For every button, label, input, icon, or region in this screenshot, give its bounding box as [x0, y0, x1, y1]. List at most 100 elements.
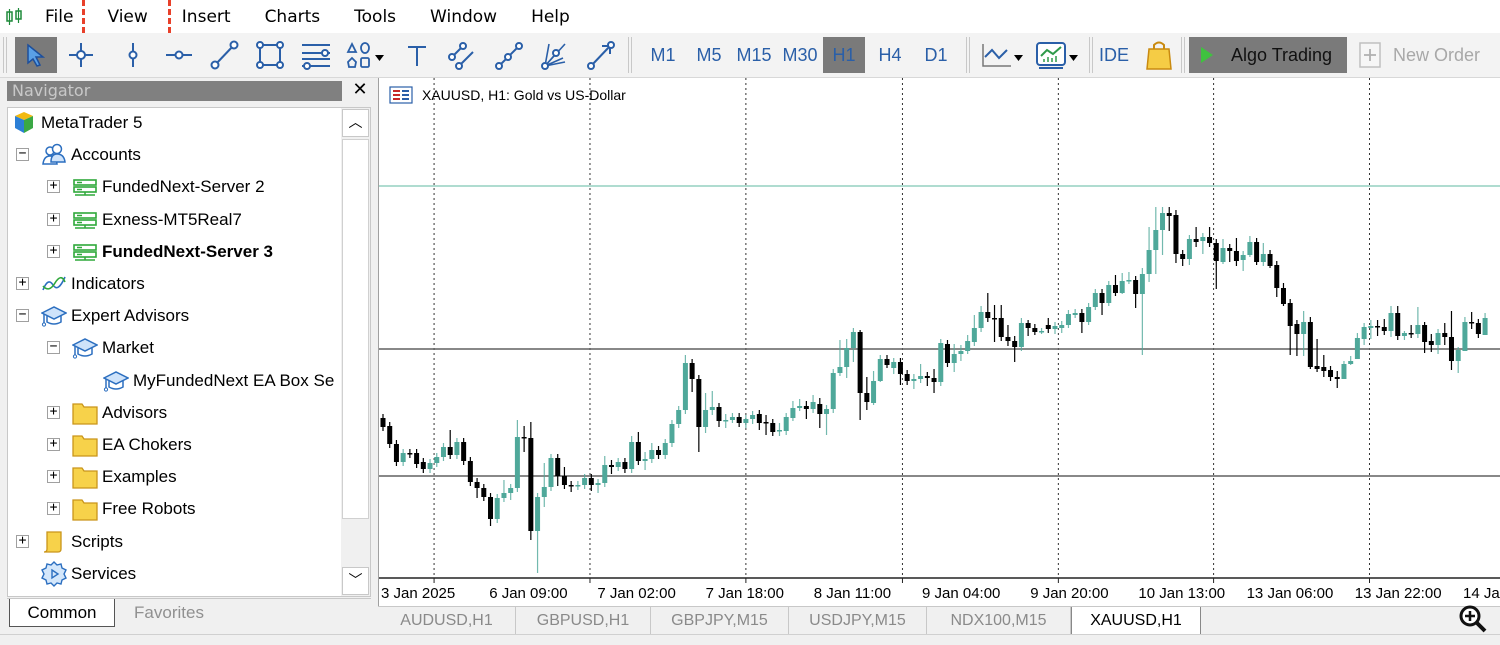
navigator-scrollbar[interactable]: ︿ ﹀	[341, 108, 370, 596]
toolbar-separator	[628, 37, 632, 73]
bull-candle	[830, 373, 836, 409]
shopping-bag-icon	[1146, 41, 1172, 70]
bear-candle	[447, 447, 453, 455]
expand-icon[interactable]: +	[47, 405, 60, 419]
chart-tab[interactable]: AUDUSD,H1	[378, 607, 516, 634]
bear-candle	[420, 462, 426, 469]
text-tool-button[interactable]	[400, 37, 434, 73]
tree-item[interactable]: Accounts	[41, 139, 141, 171]
shapes-tool-dropdown[interactable]	[341, 37, 391, 73]
crosshair-icon	[69, 43, 93, 67]
tree-item[interactable]: FundedNext-Server 2	[72, 171, 265, 203]
tab-favorites[interactable]: Favorites	[115, 599, 223, 627]
vertical-line-tool-button[interactable]	[115, 37, 151, 73]
chart-tab[interactable]: NDX100,M15	[927, 607, 1071, 634]
bear-candle	[1207, 237, 1213, 243]
text-icon	[408, 46, 426, 66]
bull-candle	[1186, 239, 1192, 259]
bull-candle	[978, 312, 984, 328]
rectangle-tool-button[interactable]	[251, 37, 289, 73]
bull-candle	[958, 351, 964, 354]
bear-candle	[521, 437, 527, 439]
zoom-in-icon[interactable]	[1458, 604, 1488, 638]
scroll-down-button[interactable]: ﹀	[342, 567, 369, 595]
timeframe-m5[interactable]: M5	[689, 37, 729, 73]
bull-candle	[676, 410, 682, 424]
timeframe-m15[interactable]: M15	[733, 37, 775, 73]
timeframe-h4[interactable]: H4	[870, 37, 910, 73]
chart-tab[interactable]: GBPJPY,M15	[651, 607, 789, 634]
fibonacci-tool-button[interactable]	[490, 37, 528, 73]
tree-item[interactable]: Expert Advisors	[41, 300, 189, 332]
tree-item[interactable]: MyFundedNext EA Box Se	[103, 365, 334, 397]
collapse-icon[interactable]: −	[16, 308, 29, 323]
expand-icon[interactable]: +	[47, 437, 60, 451]
bear-candle	[992, 318, 998, 320]
tree-item[interactable]: FundedNext-Server 3	[72, 236, 273, 268]
menu-insert[interactable]: Insert	[165, 0, 248, 33]
candlestick-chart[interactable]: 3 Jan 2025 6 Jan 09:00 7 Jan 02:00 7 Jan 18…	[379, 78, 1500, 606]
tree-item[interactable]: Services	[41, 558, 136, 590]
bear-candle	[1381, 327, 1387, 331]
tree-item[interactable]: Examples	[72, 461, 177, 493]
tree-item[interactable]: Indicators	[41, 268, 145, 300]
menu-help[interactable]: Help	[514, 0, 587, 33]
tab-common[interactable]: Common	[9, 599, 115, 627]
bull-candle	[1039, 331, 1045, 333]
collapse-icon[interactable]: −	[47, 340, 60, 355]
market-button[interactable]	[1142, 37, 1176, 73]
tree-item[interactable]: Scripts	[41, 526, 123, 558]
fan-tool-button[interactable]	[535, 37, 573, 73]
bear-candle	[555, 458, 561, 476]
trend-line-tool-button[interactable]	[205, 37, 243, 73]
new-order-button[interactable]: New Order	[1355, 37, 1480, 73]
timeframe-d1[interactable]: D1	[914, 37, 958, 73]
expand-icon[interactable]: +	[47, 212, 60, 226]
indicators-dropdown[interactable]	[1033, 37, 1083, 73]
scrollbar-thumb[interactable]	[342, 139, 369, 519]
chart-tab[interactable]: GBPUSD,H1	[516, 607, 651, 634]
menu-charts[interactable]: Charts	[248, 0, 338, 33]
cursor-tool-button[interactable]	[15, 37, 57, 73]
bear-candle	[1408, 333, 1414, 335]
expand-icon[interactable]: +	[47, 469, 60, 484]
chart-tab[interactable]: XAUUSD,H1	[1071, 607, 1201, 635]
tree-item[interactable]: EA Chokers	[72, 429, 192, 461]
tree-item[interactable]: Advisors	[72, 397, 167, 429]
tree-item[interactable]: Exness-MT5Real7	[72, 204, 242, 236]
expand-icon[interactable]: +	[47, 244, 60, 258]
bull-candle	[1220, 248, 1226, 262]
tree-item[interactable]: MetaTrader 5	[11, 108, 142, 139]
expand-icon[interactable]: +	[47, 501, 60, 516]
algo-trading-button[interactable]: Algo Trading	[1189, 37, 1347, 73]
expand-icon[interactable]: +	[47, 179, 60, 194]
timeframe-m30[interactable]: M30	[778, 37, 822, 73]
bear-candle	[770, 423, 776, 432]
chart-window[interactable]: 3 Jan 2025 6 Jan 09:00 7 Jan 02:00 7 Jan 18…	[378, 78, 1500, 606]
menu-window[interactable]: Window	[413, 0, 514, 33]
timeframe-h1[interactable]: H1	[823, 37, 865, 73]
bear-candle	[803, 406, 809, 409]
expand-icon[interactable]: +	[16, 276, 29, 290]
timeframe-m1[interactable]: M1	[642, 37, 684, 73]
arrow-line-icon	[587, 41, 615, 70]
chart-tab[interactable]: USDJPY,M15	[789, 607, 927, 634]
bear-candle	[488, 497, 494, 519]
crosshair-tool-button[interactable]	[62, 37, 100, 73]
equidistant-channel-tool-button[interactable]	[443, 37, 481, 73]
chart-title: XAUUSD, H1: Gold vs US-Dollar	[422, 87, 626, 103]
chart-type-dropdown[interactable]	[978, 37, 1028, 73]
bear-candle	[474, 482, 480, 488]
menu-tools[interactable]: Tools	[337, 0, 413, 33]
tree-item[interactable]: Market	[72, 332, 154, 364]
bull-candle	[669, 424, 675, 443]
arrow-line-tool-button[interactable]	[582, 37, 620, 73]
collapse-icon[interactable]: −	[16, 147, 29, 162]
tree-item[interactable]: Free Robots	[72, 493, 196, 525]
close-navigator-icon[interactable]: ✕	[350, 80, 370, 100]
scroll-up-button[interactable]: ︿	[342, 109, 369, 137]
horizontal-line-tool-button[interactable]	[160, 37, 198, 73]
channel-tool-button[interactable]	[297, 37, 335, 73]
ide-button[interactable]: IDE	[1095, 37, 1133, 73]
expand-icon[interactable]: +	[16, 534, 29, 548]
